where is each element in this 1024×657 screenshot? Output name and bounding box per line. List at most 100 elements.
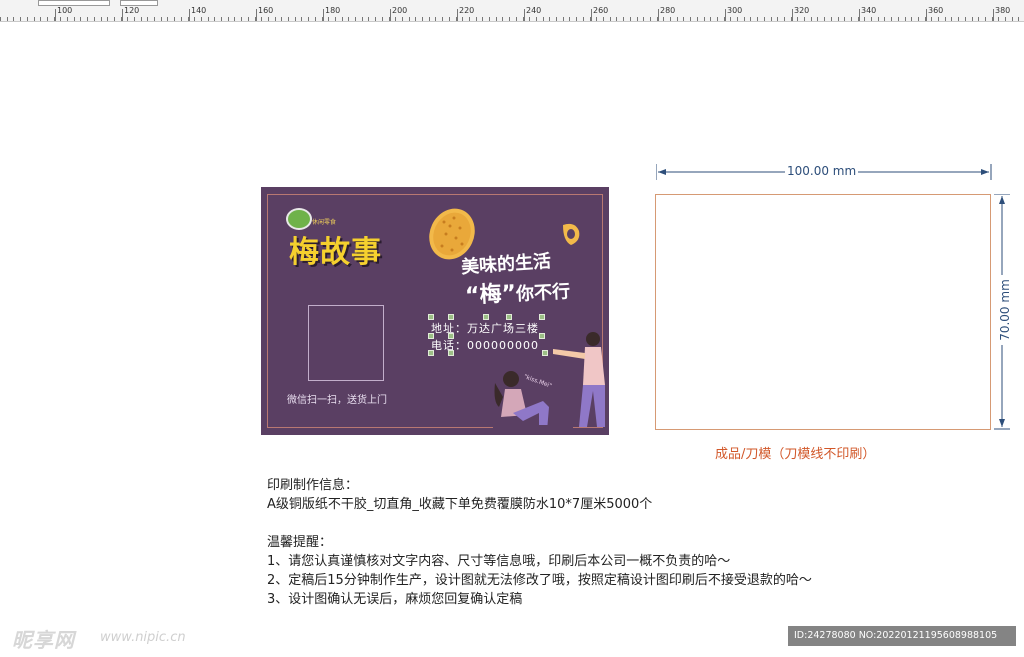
ruler-minor-tick (214, 17, 215, 21)
ruler-minor-tick (288, 17, 289, 21)
ruler-minor-tick (47, 17, 48, 21)
ruler-minor-tick (502, 17, 503, 21)
ruler-major-tick (55, 9, 56, 21)
ruler-minor-tick (174, 17, 175, 21)
ruler-minor-tick (670, 17, 671, 21)
ruler-minor-tick (764, 17, 765, 21)
ruler-minor-tick (804, 17, 805, 21)
reminder-heading: 温馨提醒： (267, 535, 333, 550)
ruler-minor-tick (596, 17, 597, 21)
ruler-minor-tick (965, 17, 966, 21)
brand-name: 梅故事 (289, 235, 382, 270)
ruler-minor-tick (918, 17, 919, 21)
ruler-minor-tick (435, 17, 436, 21)
ruler-major-tick (926, 9, 927, 21)
ruler-major-tick (792, 9, 793, 21)
ruler-minor-tick (54, 17, 55, 21)
print-info-block: 印刷制作信息： A级铜版纸不干胶_切直角_收藏下单免费覆膜防水10*7厘米500… (267, 476, 812, 609)
ruler-minor-tick (141, 17, 142, 21)
resize-handle[interactable] (506, 314, 512, 320)
ruler-minor-tick (516, 17, 517, 21)
ruler-minor-tick (449, 17, 450, 21)
ruler-minor-tick (402, 17, 403, 21)
ruler-minor-tick (630, 17, 631, 21)
ruler-minor-tick (878, 17, 879, 21)
resize-handle[interactable] (428, 314, 434, 320)
ruler-minor-tick (610, 17, 611, 21)
resize-handle[interactable] (448, 350, 454, 356)
ruler-minor-tick (0, 17, 1, 21)
ruler-minor-tick (744, 17, 745, 21)
ruler-major-tick (859, 9, 860, 21)
bread-slice-icon (563, 223, 580, 245)
ruler-minor-tick (27, 17, 28, 21)
ruler-minor-tick (864, 17, 865, 21)
ruler-minor-tick (489, 17, 490, 21)
ruler-minor-tick (992, 17, 993, 21)
ruler-minor-tick (650, 17, 651, 21)
ruler-label: 380 (995, 6, 1011, 15)
ruler-minor-tick (94, 17, 95, 21)
ruler-minor-tick (60, 17, 61, 21)
ruler-minor-tick (382, 17, 383, 21)
resize-handle[interactable] (448, 333, 454, 339)
ruler-major-tick (524, 9, 525, 21)
die-cut-caption: 成品/刀模（刀模线不印刷） (715, 447, 876, 462)
ruler-minor-tick (161, 17, 162, 21)
ruler-minor-tick (576, 17, 577, 21)
ruler-minor-tick (1005, 17, 1006, 21)
resize-handle[interactable] (428, 350, 434, 356)
ruler-minor-tick (67, 17, 68, 21)
ruler-label: 220 (459, 6, 475, 15)
print-spec: A级铜版纸不干胶_切直角_收藏下单免费覆膜防水10*7厘米5000个 (267, 497, 653, 512)
ruler-minor-tick (851, 17, 852, 21)
ruler-minor-tick (817, 17, 818, 21)
qr-code-placeholder[interactable] (308, 305, 384, 381)
ruler-minor-tick (221, 17, 222, 21)
ruler-minor-tick (295, 17, 296, 21)
ruler-minor-tick (690, 17, 691, 21)
resize-handle[interactable] (483, 314, 489, 320)
ruler-minor-tick (905, 17, 906, 21)
ruler-minor-tick (858, 17, 859, 21)
ruler-minor-tick (301, 17, 302, 21)
ruler-minor-tick (831, 17, 832, 21)
ruler-minor-tick (281, 17, 282, 21)
resize-handle[interactable] (539, 314, 545, 320)
ruler-minor-tick (536, 17, 537, 21)
ruler-minor-tick (114, 17, 115, 21)
ruler-minor-tick (569, 17, 570, 21)
ruler-minor-tick (677, 17, 678, 21)
slogan-rest: 你不行 (515, 281, 571, 306)
ruler-minor-tick (683, 17, 684, 21)
ruler-input-left[interactable] (38, 0, 110, 6)
watermark-url: www.nipic.cn (100, 630, 186, 645)
ruler-minor-tick (442, 17, 443, 21)
ruler-minor-tick (757, 17, 758, 21)
watermark-logo: 昵享网 (12, 628, 75, 652)
ruler-minor-tick (147, 17, 148, 21)
ruler-minor-tick (985, 17, 986, 21)
slogan-quote: “梅” (464, 281, 517, 309)
top-ruler[interactable]: 100 120 140 160 180 200 220 240 260 280 300 320 340 3… (0, 0, 1024, 22)
ruler-minor-tick (710, 17, 711, 21)
ruler-minor-tick (623, 17, 624, 21)
ruler-label: 340 (861, 6, 877, 15)
ruler-minor-tick (891, 17, 892, 21)
ruler-minor-tick (663, 17, 664, 21)
ruler-minor-tick (127, 17, 128, 21)
resize-handle[interactable] (428, 333, 434, 339)
ruler-minor-tick (194, 17, 195, 21)
business-card[interactable]: 休闲零食 梅故事 美味的生活 “梅”你不行 微信扫一扫，送货上门 地址：万达广场… (261, 187, 609, 435)
ruler-minor-tick (134, 17, 135, 21)
ruler-minor-tick (328, 17, 329, 21)
resize-handle[interactable] (448, 314, 454, 320)
ruler-minor-tick (355, 17, 356, 21)
ruler-major-tick (390, 9, 391, 21)
ruler-minor-tick (724, 17, 725, 21)
ruler-minor-tick (844, 17, 845, 21)
die-cut-outline[interactable] (655, 194, 991, 430)
ruler-minor-tick (590, 17, 591, 21)
ruler-minor-tick (529, 17, 530, 21)
